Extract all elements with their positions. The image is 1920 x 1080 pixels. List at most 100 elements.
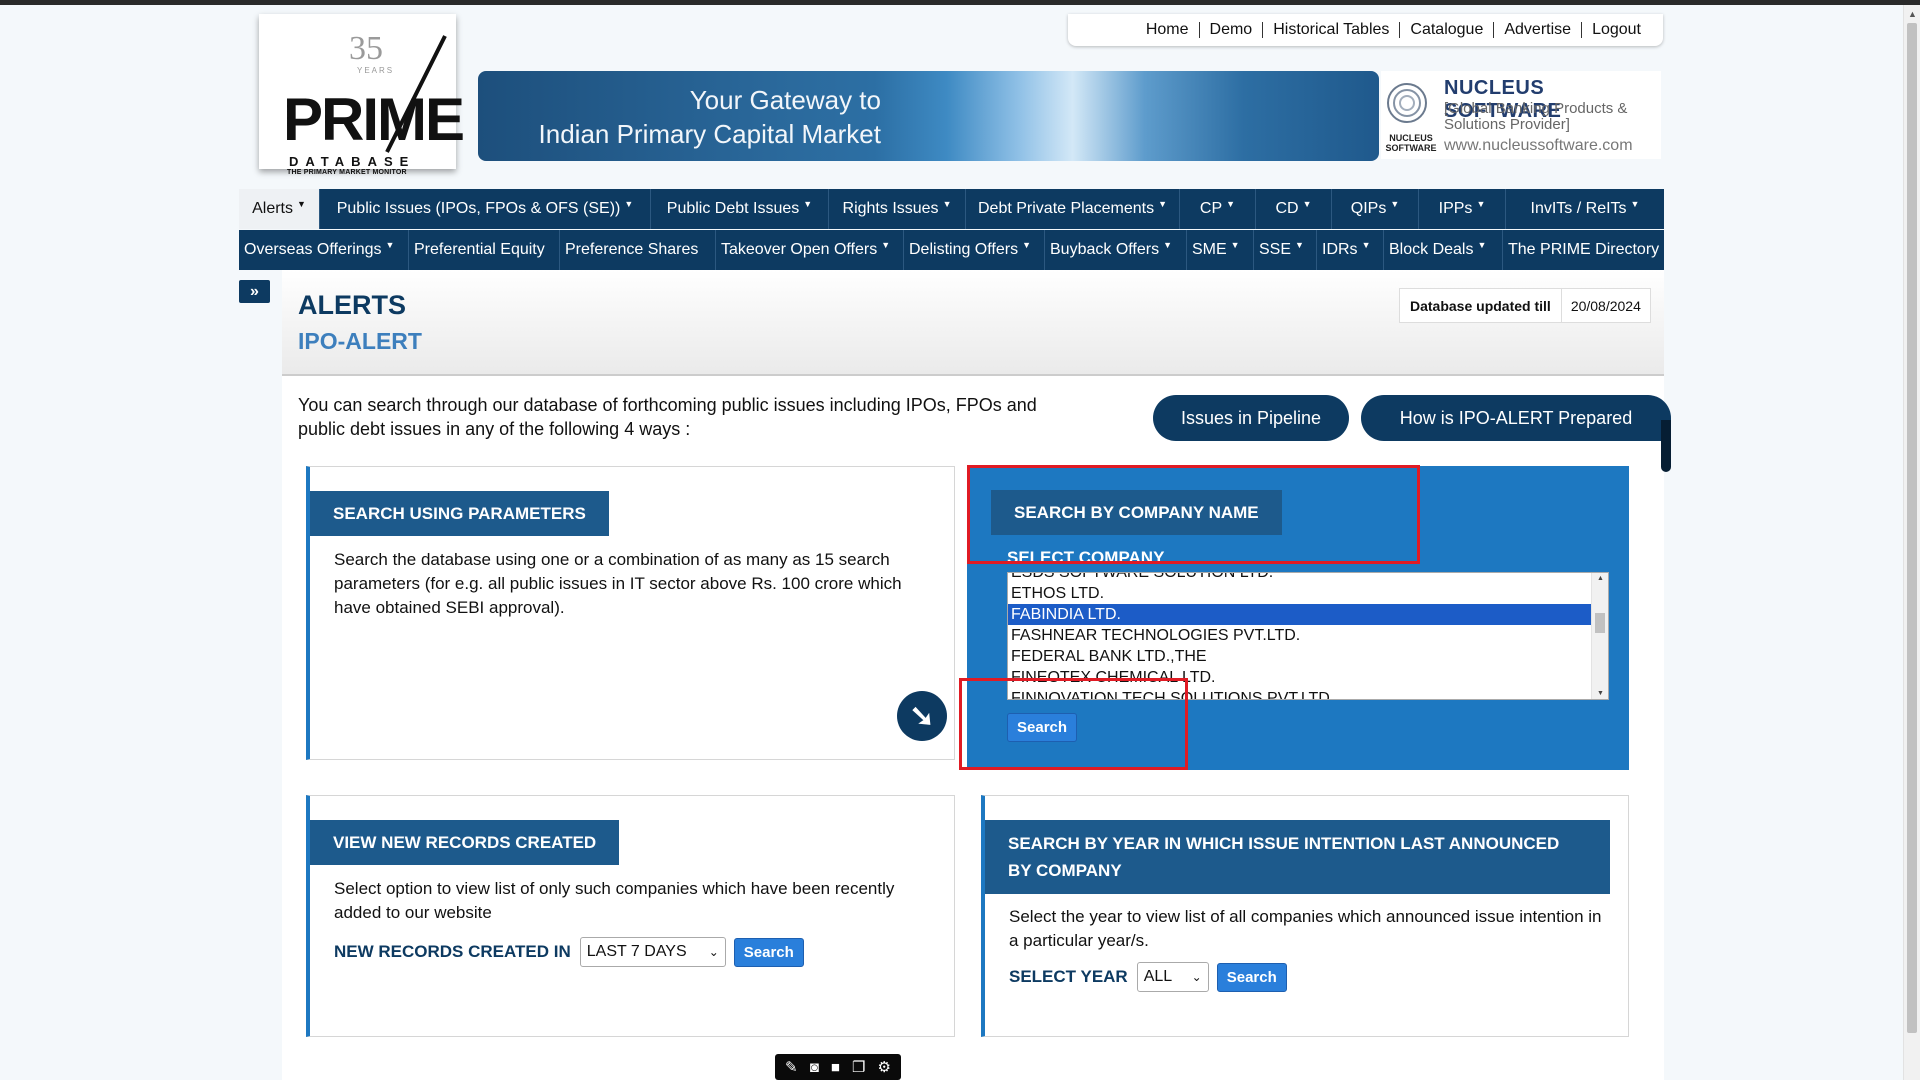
database-updated-label: Database updated till (1400, 289, 1562, 322)
nav-label: Delisting Offers (909, 241, 1019, 258)
nav-alerts[interactable]: Alerts ▼ (239, 189, 320, 229)
top-nav-demo[interactable]: Demo (1198, 22, 1263, 38)
caret-down-icon: ▼ (1230, 240, 1240, 250)
video-icon[interactable]: ■ (831, 1059, 840, 1076)
database-updated-date: 20/08/2024 (1570, 297, 1641, 314)
logo-tagline: THE PRIMARY MARKET MONITOR (287, 169, 407, 176)
nav-label: Takeover Open Offers (721, 241, 878, 258)
nav-cd[interactable]: CD ▼ (1256, 189, 1332, 229)
sponsor-small-label: NUCLEUS SOFTWARE (1385, 133, 1437, 153)
copy-icon[interactable]: ❐ (852, 1058, 865, 1076)
nav-sme[interactable]: SME ▼ (1187, 230, 1254, 270)
nav-label: Buyback Offers (1050, 241, 1160, 258)
pen-icon[interactable]: ✎ (785, 1058, 798, 1076)
nav-debt-private-placements[interactable]: Debt Private Placements ▼ (966, 189, 1180, 229)
company-option-selected[interactable]: FABINDIA LTD. (1008, 604, 1593, 625)
page-header: ALERTS IPO-ALERT Database updated till 2… (282, 270, 1664, 376)
top-nav-home[interactable]: Home (1136, 22, 1199, 38)
gateway-banner[interactable]: Your Gateway to Indian Primary Capital M… (478, 71, 1379, 161)
page-scrollbar[interactable]: ▲ (1903, 5, 1920, 1080)
gear-icon[interactable]: ⚙ (878, 1058, 891, 1076)
top-nav-advertise[interactable]: Advertise (1493, 22, 1581, 38)
nav-label: Alerts (252, 200, 293, 217)
caret-down-icon: ▼ (297, 199, 306, 209)
caret-down-icon: ▼ (803, 199, 813, 209)
new-records-heading: VIEW NEW RECORDS CREATED (310, 820, 620, 865)
nav-label: IDRs (1322, 241, 1358, 258)
company-option[interactable]: FASHNEAR TECHNOLOGIES PVT.LTD. (1008, 625, 1593, 646)
select-value: LAST 7 DAYS (586, 943, 687, 960)
page-scroll-thumb[interactable] (1907, 23, 1917, 1033)
nav-sse[interactable]: SSE ▼ (1254, 230, 1317, 270)
new-records-row: NEW RECORDS CREATED IN LAST 7 DAYS ⌄ Sea… (334, 937, 804, 967)
caret-down-icon: ▼ (624, 199, 634, 209)
nav-label: Public Issues (IPOs, FPOs & OFS (SE)) (336, 200, 621, 217)
arrow-down-right-icon[interactable]: ➘ (897, 691, 947, 741)
database-updated-box: Database updated till 20/08/2024 (1399, 288, 1651, 323)
caret-down-icon: ▼ (1022, 240, 1031, 250)
year-select[interactable]: ALL ⌄ (1136, 962, 1209, 992)
chevron-down-icon: ⌄ (708, 945, 719, 959)
nav-qips[interactable]: QIPs ▼ (1332, 189, 1419, 229)
logo-name: PRIME (283, 86, 465, 153)
nav-invits-reits[interactable]: InvITs / ReITs ▼ (1506, 189, 1664, 229)
double-chevron-right-icon[interactable]: » (239, 280, 270, 303)
scroll-down-icon[interactable]: ▼ (1597, 690, 1604, 697)
caret-down-icon: ▼ (942, 199, 952, 209)
nav-rights-issues[interactable]: Rights Issues ▼ (829, 189, 966, 229)
window-top-border (0, 0, 1920, 5)
caret-down-icon: ▼ (385, 240, 395, 250)
nav-block-deals[interactable]: Block Deals ▼ (1384, 230, 1503, 270)
nav-takeover-open-offers[interactable]: Takeover Open Offers ▼ (716, 230, 904, 270)
nav-label: CD (1275, 200, 1299, 217)
highlight-box-search-button (959, 678, 1188, 770)
nav-preference-shares[interactable]: Preference Shares (560, 230, 716, 270)
caret-down-icon: ▼ (1295, 240, 1304, 250)
caret-down-icon: ▼ (881, 240, 891, 250)
caret-down-icon: ▼ (1630, 199, 1640, 209)
caret-down-icon: ▼ (1163, 240, 1173, 250)
nav-label: Rights Issues (842, 200, 939, 217)
nav-preferential-equity[interactable]: Preferential Equity (409, 230, 560, 270)
nav-public-debt-issues[interactable]: Public Debt Issues ▼ (651, 189, 829, 229)
nav-buyback-offers[interactable]: Buyback Offers ▼ (1045, 230, 1187, 270)
nav-prime-directory[interactable]: The PRIME Directory (1503, 230, 1664, 270)
screenshot-toolbar: ✎ ◙ ■ ❐ ⚙ (775, 1054, 901, 1080)
nav-public-issues[interactable]: Public Issues (IPOs, FPOs & OFS (SE)) ▼ (320, 189, 651, 229)
issues-in-pipeline-button[interactable]: Issues in Pipeline (1153, 395, 1349, 441)
nav-cp[interactable]: CP ▼ (1180, 189, 1256, 229)
scroll-up-icon[interactable]: ▲ (1908, 9, 1917, 19)
new-records-period-select[interactable]: LAST 7 DAYS ⌄ (579, 937, 726, 967)
scroll-up-icon[interactable]: ▲ (1597, 575, 1604, 582)
listbox-scroll-thumb[interactable] (1595, 613, 1605, 633)
how-ipo-alert-prepared-button[interactable]: How is IPO-ALERT Prepared (1361, 395, 1671, 441)
company-option[interactable]: ETHOS LTD. (1008, 583, 1593, 604)
year-search-button[interactable]: Search (1216, 962, 1287, 992)
nav-delisting-offers[interactable]: Delisting Offers ▼ (904, 230, 1045, 270)
caret-down-icon: ▼ (1158, 199, 1167, 209)
nav-ipps[interactable]: IPPs ▼ (1419, 189, 1506, 229)
nav-label: InvITs / ReITs (1530, 200, 1627, 217)
nav-idrs[interactable]: IDRs ▼ (1317, 230, 1384, 270)
prime-database-logo[interactable]: 35 YEARS PRIME DATABASE THE PRIMARY MARK… (259, 14, 465, 176)
company-option[interactable]: ESDS SOFTWARE SOLUTION LTD. (1008, 573, 1593, 583)
camera-icon[interactable]: ◙ (810, 1059, 819, 1076)
search-year-row: SELECT YEAR ALL ⌄ Search (1009, 962, 1287, 992)
top-nav-logout[interactable]: Logout (1581, 22, 1651, 38)
caret-down-icon: ▼ (1390, 199, 1400, 209)
new-records-card: VIEW NEW RECORDS CREATED Select option t… (306, 795, 955, 1037)
select-year-label: SELECT YEAR (1009, 967, 1128, 986)
new-records-label: NEW RECORDS CREATED IN (334, 942, 571, 961)
top-nav-catalogue[interactable]: Catalogue (1399, 22, 1493, 38)
new-records-search-button[interactable]: Search (733, 937, 804, 967)
listbox-scrollbar[interactable]: ▲ ▼ (1591, 573, 1608, 699)
company-option[interactable]: FEDERAL BANK LTD.,THE (1008, 646, 1593, 667)
sponsor-ad[interactable]: NUCLEUS SOFTWARE NUCLEUS SOFTWARE [Globa… (1381, 71, 1661, 159)
pill-tab-edge (1661, 420, 1671, 472)
chevron-down-icon: ⌄ (1191, 970, 1202, 984)
intro-text: You can search through our database of f… (298, 395, 1037, 439)
top-nav-historical-tables[interactable]: Historical Tables (1262, 22, 1399, 38)
main-navigation: Alerts ▼ Public Issues (IPOs, FPOs & OFS … (239, 189, 1664, 229)
search-year-description: Select the year to view list of all comp… (1009, 907, 1602, 950)
nav-overseas-offerings[interactable]: Overseas Offerings ▼ (239, 230, 409, 270)
